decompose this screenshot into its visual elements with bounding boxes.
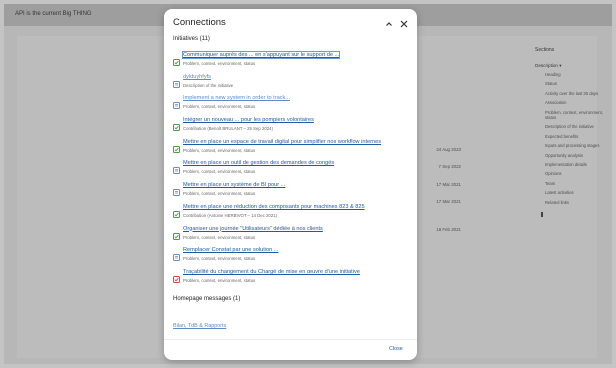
list-item: Traçabilité du changement du Chargé de m… bbox=[173, 269, 409, 291]
initiative-subtitle: Problem, context, environment, status bbox=[183, 234, 256, 240]
close-icon[interactable] bbox=[398, 17, 410, 29]
modal-divider bbox=[164, 339, 417, 340]
initiative-subtitle: Contribution (Benoît BRULANT – 25 Sep 20… bbox=[183, 126, 273, 132]
initiative-link[interactable]: dylduyhfyfs bbox=[183, 74, 211, 80]
list-item: dylduyhfyfs Description of the initiativ… bbox=[173, 74, 409, 96]
initiative-link[interactable]: Mettre en place une réduction des compos… bbox=[183, 204, 365, 210]
initiative-check-icon bbox=[173, 118, 180, 132]
list-item: Mettre en place un espace de travail dig… bbox=[173, 139, 409, 161]
initiatives-header: Initiatives (11) bbox=[173, 36, 210, 42]
initiative-link[interactable]: Mettre en place un outil de gestion des … bbox=[183, 160, 334, 166]
initiative-link[interactable]: Organiser une journée "Utilisateurs" déd… bbox=[183, 226, 323, 232]
initiative-link[interactable]: Mettre en place un espace de travail dig… bbox=[183, 139, 381, 145]
initiative-doc-icon bbox=[173, 248, 180, 262]
initiative-doc-icon bbox=[173, 75, 180, 88]
initiative-subtitle: Problem, context, environment, status bbox=[183, 256, 256, 262]
list-item: Mettre en place un système de BI pour ..… bbox=[173, 182, 409, 204]
initiative-link[interactable]: Intégrer un nouveau ... pour les pompier… bbox=[183, 117, 314, 123]
initiative-check-icon bbox=[173, 227, 180, 240]
initiative-check-icon bbox=[173, 205, 180, 218]
homepage-messages-header: Homepage messages (1) bbox=[173, 296, 241, 302]
initiative-link[interactable]: Traçabilité du changement du Chargé de m… bbox=[183, 269, 360, 275]
list-item: Communiquer auprès des ... en s'appuyant… bbox=[173, 51, 409, 74]
initiative-subtitle: Problem, context, environment, status bbox=[183, 191, 256, 197]
initiative-link[interactable]: Communiquer auprès des ... en s'appuyant… bbox=[181, 51, 341, 59]
initiative-subtitle: Problem, context, environment, status bbox=[183, 61, 256, 66]
list-item: Remplacer Constat par une solution ... P… bbox=[173, 247, 409, 269]
list-item: Organiser une journée "Utilisateurs" déd… bbox=[173, 226, 409, 248]
initiative-subtitle: Contribution (Antoine HERBIVOT – 14 Dec … bbox=[183, 212, 278, 218]
initiative-link[interactable]: Remplacer Constat par une solution ... bbox=[183, 247, 278, 253]
initiative-subtitle: Problem, context, environment, status bbox=[183, 169, 256, 175]
initiative-link[interactable]: Mettre en place un système de BI pour ..… bbox=[183, 182, 285, 188]
close-button[interactable]: Close bbox=[389, 346, 403, 352]
initiative-subtitle: Problem, context, environment, status bbox=[183, 104, 256, 110]
initiative-link[interactable]: Implement a new system in order to track… bbox=[183, 95, 290, 101]
list-item: Mettre en place une réduction des compos… bbox=[173, 204, 409, 226]
initiative-alert-icon bbox=[173, 270, 180, 283]
list-item: Implement a new system in order to track… bbox=[173, 95, 409, 117]
initiative-doc-icon bbox=[173, 183, 180, 197]
list-item: Mettre en place un outil de gestion des … bbox=[173, 160, 409, 182]
initiative-subtitle: Description of the initiative bbox=[183, 82, 234, 88]
initiative-doc-icon bbox=[173, 96, 180, 110]
initiative-check-icon bbox=[173, 140, 180, 153]
chevron-up-icon[interactable] bbox=[383, 17, 395, 29]
initiatives-list: Communiquer auprès des ... en s'appuyant… bbox=[173, 51, 409, 291]
initiative-subtitle: Problem, context, environment, status bbox=[183, 147, 256, 153]
initiative-doc-icon bbox=[173, 161, 180, 175]
homepage-message-link[interactable]: Bilan, TdB & Rapports bbox=[173, 323, 226, 329]
modal-title: Connections bbox=[173, 17, 226, 28]
list-item: Intégrer un nouveau ... pour les pompier… bbox=[173, 117, 409, 139]
connections-modal: Connections Initiatives (11) Communiquer… bbox=[164, 9, 417, 360]
initiative-subtitle: Problem, context, environment, status bbox=[183, 277, 256, 283]
initiative-check-icon bbox=[173, 53, 180, 66]
